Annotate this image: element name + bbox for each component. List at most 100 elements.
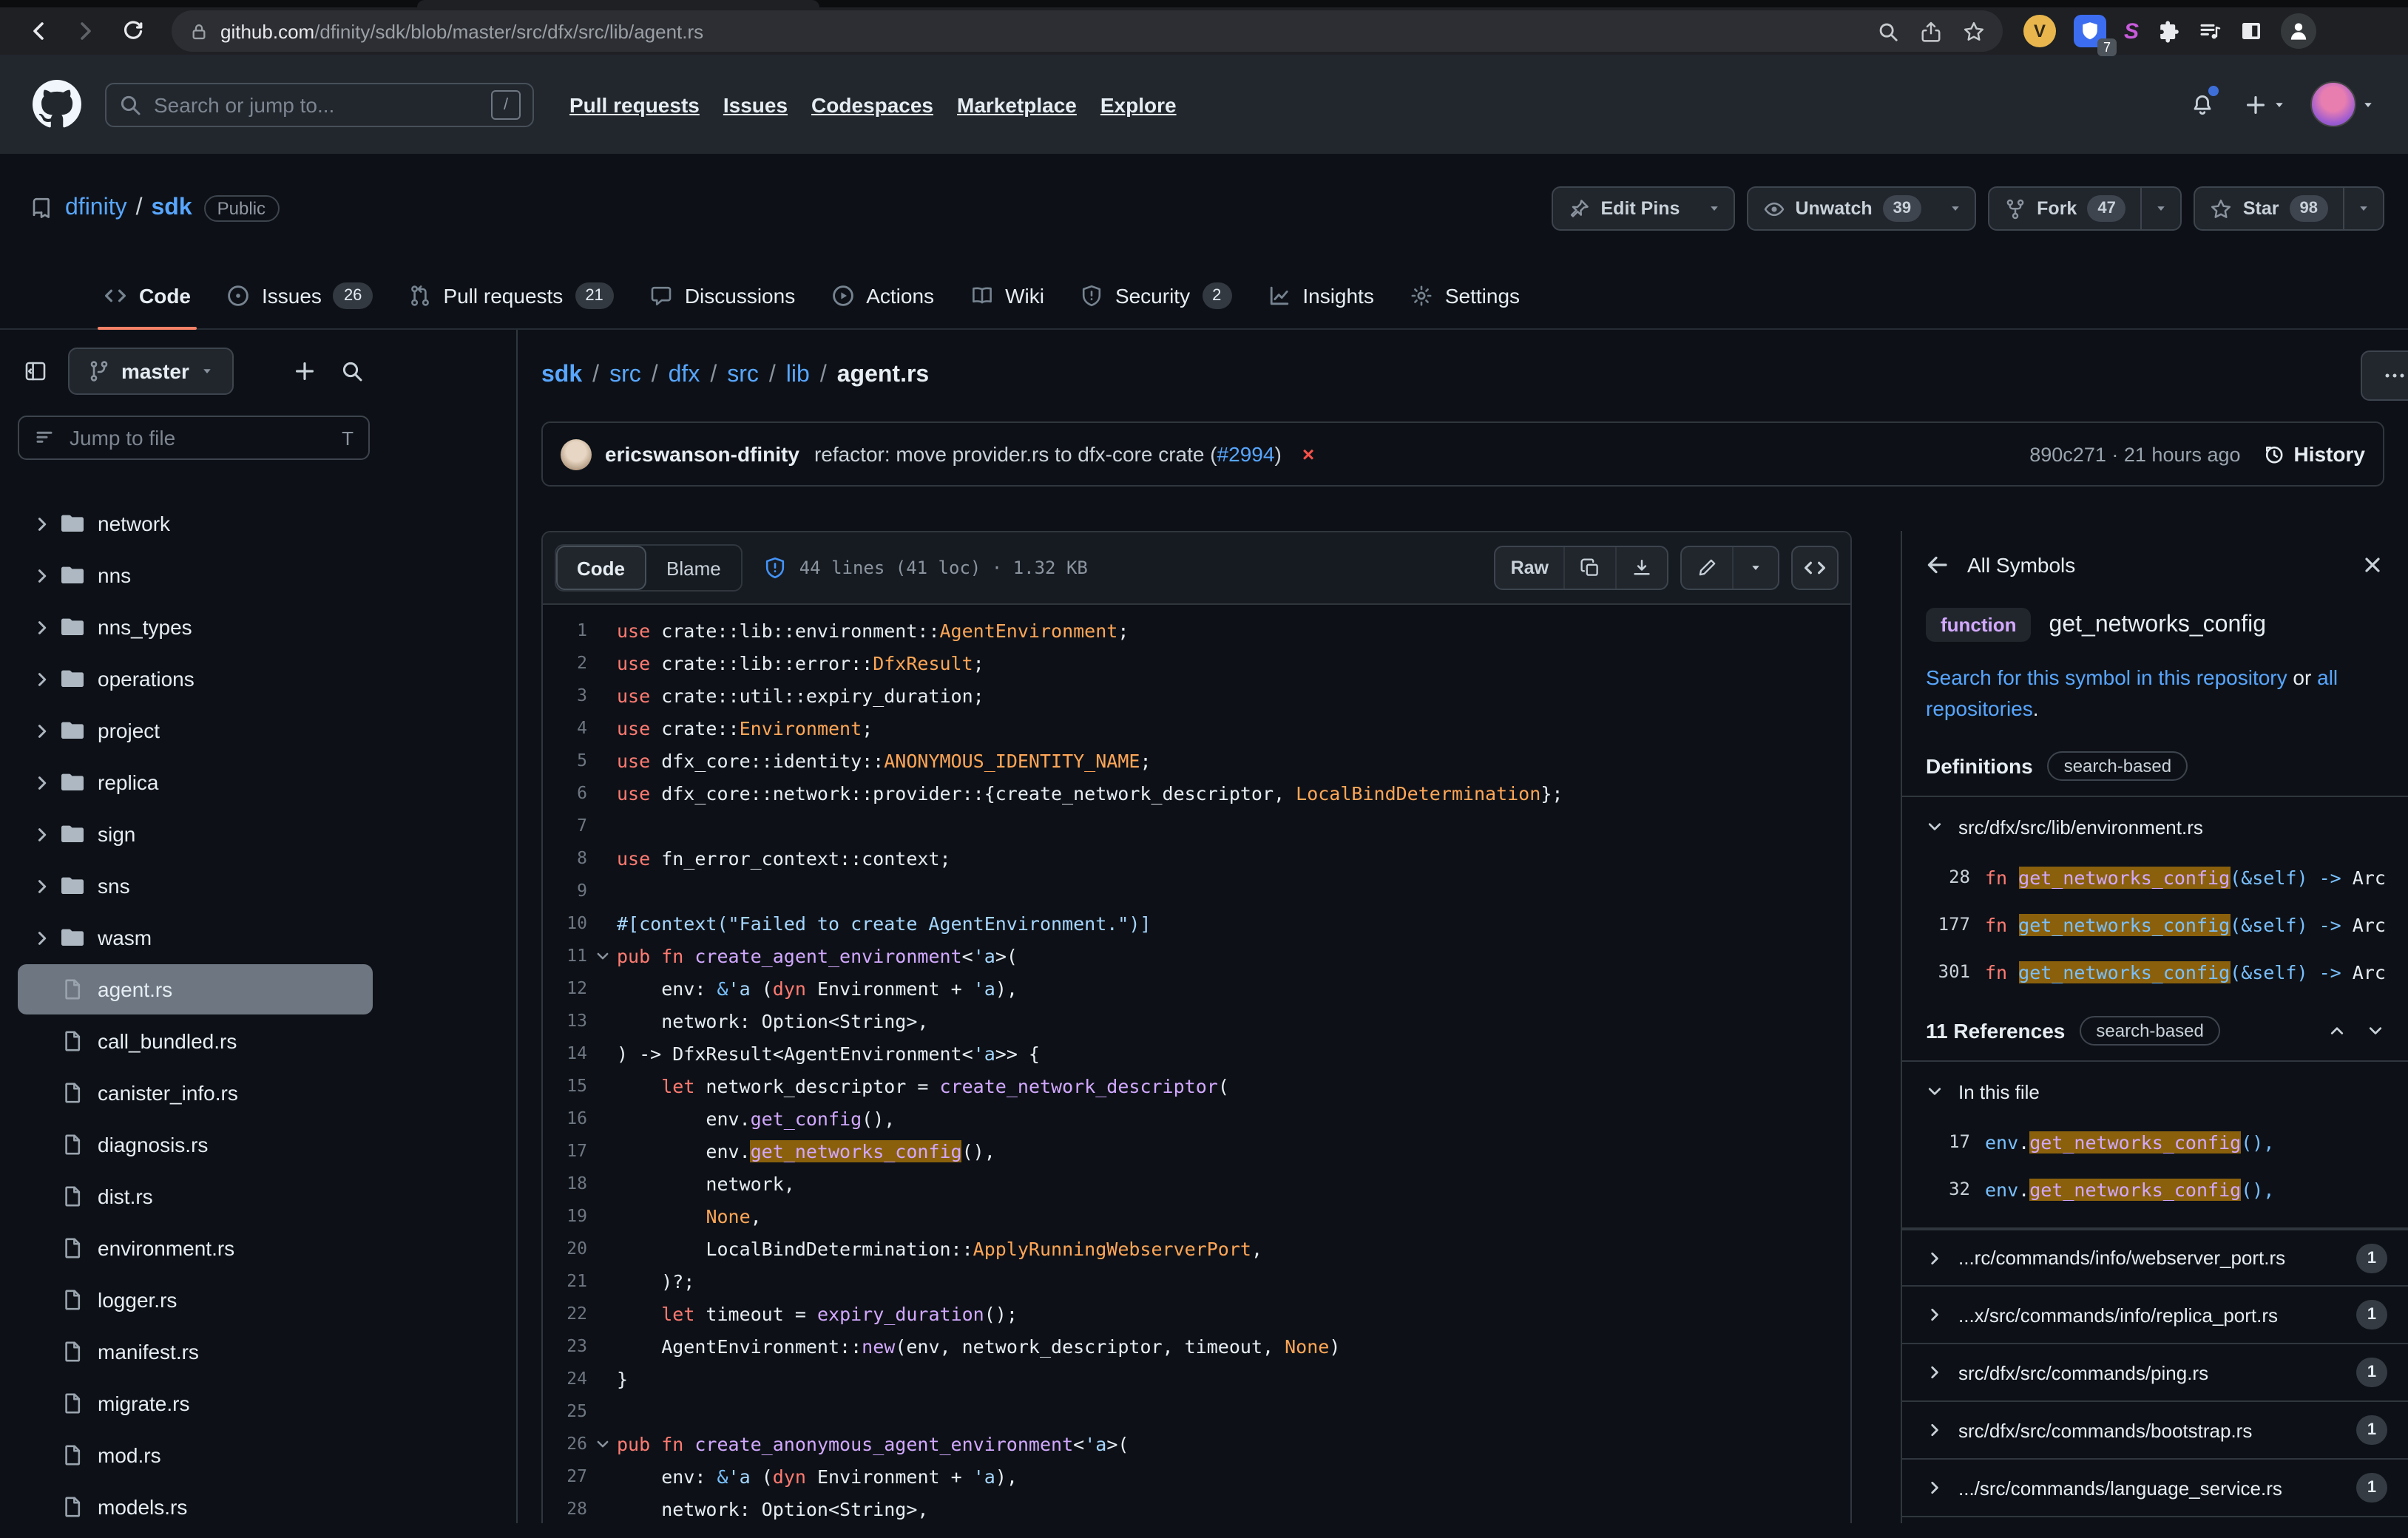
code-line-14[interactable]: 14) -> DfxResult<AgentEnvironment<'a>> { [543, 1037, 1850, 1069]
tree-file-mod.rs[interactable]: mod.rs [18, 1430, 373, 1480]
tab-discussions[interactable]: Discussions [637, 263, 807, 328]
edit-dropdown[interactable] [1732, 547, 1778, 589]
collapse-sidebar-icon[interactable] [18, 353, 53, 389]
line-number[interactable]: 13 [552, 1010, 587, 1031]
tree-folder-replica[interactable]: replica [18, 757, 373, 807]
tree-file-models.rs[interactable]: models.rs [18, 1482, 373, 1532]
code-line-18[interactable]: 18 network, [543, 1167, 1850, 1199]
code-line-12[interactable]: 12 env: &'a (dyn Environment + 'a), [543, 972, 1850, 1004]
code-line-13[interactable]: 13 network: Option<String>, [543, 1004, 1850, 1037]
prev-reference-icon[interactable] [2328, 1022, 2346, 1040]
tab-insights[interactable]: Insights [1255, 263, 1386, 328]
line-number[interactable]: 3 [552, 685, 587, 705]
commit-author-avatar[interactable] [561, 438, 592, 470]
code-line-26[interactable]: 26pub fn create_anonymous_agent_environm… [543, 1427, 1850, 1460]
collapse-icon[interactable] [587, 1435, 617, 1451]
code-line-23[interactable]: 23 AgentEnvironment::new(env, network_de… [543, 1329, 1850, 1362]
symbols-panel-title[interactable]: All Symbols [1967, 553, 2075, 577]
browser-tab[interactable] [417, 0, 819, 7]
collapse-icon[interactable] [587, 947, 617, 963]
extension-v-icon[interactable]: V [2023, 15, 2056, 47]
code-line-5[interactable]: 5use dfx_core::identity::ANONYMOUS_IDENT… [543, 744, 1850, 776]
reference-file-row[interactable]: ...rc/commands/info/webserver_port.rs1 [1902, 1229, 2408, 1287]
edit-button[interactable] [1682, 547, 1732, 589]
tab-pull-requests[interactable]: Pull requests21 [396, 263, 625, 328]
tree-folder-project[interactable]: project [18, 705, 373, 756]
tree-search-icon[interactable] [334, 353, 370, 389]
line-number[interactable]: 18 [552, 1173, 587, 1193]
playlist-icon[interactable] [2198, 19, 2222, 43]
line-number[interactable]: 11 [552, 945, 587, 966]
fork-button[interactable]: Fork47 [1988, 186, 2182, 231]
tree-file-dist.rs[interactable]: dist.rs [18, 1171, 373, 1222]
tree-file-environment.rs[interactable]: environment.rs [18, 1223, 373, 1273]
line-number[interactable]: 16 [552, 1108, 587, 1128]
reference-row-line-32[interactable]: 32env.get_networks_config(), [1926, 1165, 2384, 1213]
next-reference-icon[interactable] [2367, 1022, 2384, 1040]
tab-security[interactable]: Security2 [1068, 263, 1243, 328]
chevron-down-icon[interactable] [1936, 188, 1975, 229]
unwatch-button[interactable]: Unwatch39 [1746, 186, 1976, 231]
line-number[interactable]: 24 [552, 1368, 587, 1389]
code-line-11[interactable]: 11pub fn create_agent_environment<'a>( [543, 939, 1850, 972]
tree-file-manifest.rs[interactable]: manifest.rs [18, 1327, 373, 1377]
line-number[interactable]: 7 [552, 815, 587, 836]
line-number[interactable]: 1 [552, 620, 587, 640]
tab-code-view[interactable]: Code [556, 546, 646, 590]
download-button[interactable] [1615, 547, 1667, 589]
code-line-20[interactable]: 20 LocalBindDetermination::ApplyRunningW… [543, 1232, 1850, 1264]
browser-back-icon[interactable] [18, 10, 59, 52]
tree-folder-sign[interactable]: sign [18, 809, 373, 859]
line-number[interactable]: 6 [552, 782, 587, 803]
add-file-icon[interactable] [287, 353, 322, 389]
line-number[interactable]: 9 [552, 880, 587, 901]
line-number[interactable]: 4 [552, 717, 587, 738]
nav-issues[interactable]: Issues [723, 92, 788, 116]
nav-explore[interactable]: Explore [1100, 92, 1177, 116]
line-number[interactable]: 21 [552, 1270, 587, 1291]
tree-folder-nns[interactable]: nns [18, 550, 373, 600]
line-number[interactable]: 5 [552, 750, 587, 770]
chevron-down-icon[interactable] [1694, 188, 1733, 229]
definition-row-line-301[interactable]: 301fn get_networks_config(&self) -> Arc [1926, 948, 2384, 995]
back-arrow-icon[interactable] [1926, 553, 1949, 577]
raw-button[interactable]: Raw [1496, 547, 1563, 589]
notifications-button[interactable] [2185, 87, 2220, 122]
zoom-icon[interactable] [1877, 20, 1899, 42]
browser-forward-icon[interactable] [65, 10, 106, 52]
tab-settings[interactable]: Settings [1398, 263, 1532, 328]
breadcrumb-sdk-0[interactable]: sdk [541, 362, 582, 387]
line-number[interactable]: 15 [552, 1075, 587, 1096]
definition-file-row[interactable]: src/dfx/src/lib/environment.rs [1926, 800, 2384, 853]
breadcrumb-dfx-2[interactable]: dfx [669, 362, 700, 387]
share-icon[interactable] [1920, 20, 1942, 42]
tree-folder-sns[interactable]: sns [18, 861, 373, 911]
reference-file-row[interactable]: ...x/src/commands/info/replica_port.rs1 [1902, 1287, 2408, 1344]
pr-link[interactable]: #2994 [1217, 442, 1275, 466]
code-line-6[interactable]: 6use dfx_core::network::provider::{creat… [543, 776, 1850, 809]
code-scanning-shield-icon[interactable] [764, 556, 788, 580]
tree-file-diagnosis.rs[interactable]: diagnosis.rs [18, 1119, 373, 1170]
code-line-28[interactable]: 28 network: Option<String>, [543, 1492, 1850, 1523]
code-line-9[interactable]: 9 [543, 874, 1850, 907]
symbol-search-link[interactable]: Search for this symbol in this repositor… [1926, 665, 2287, 689]
code-line-10[interactable]: 10#[context("Failed to create AgentEnvir… [543, 907, 1850, 939]
symbols-toggle-button[interactable] [1791, 546, 1839, 590]
bookmark-star-icon[interactable] [1963, 20, 1985, 42]
line-number[interactable]: 20 [552, 1238, 587, 1258]
create-new-button[interactable] [2244, 92, 2287, 116]
star-button[interactable]: Star98 [2194, 186, 2384, 231]
code-line-7[interactable]: 7 [543, 809, 1850, 841]
code-line-25[interactable]: 25 [543, 1395, 1850, 1427]
tab-issues[interactable]: Issues26 [214, 263, 384, 328]
code-line-1[interactable]: 1use crate::lib::environment::AgentEnvir… [543, 614, 1850, 646]
line-number[interactable]: 19 [552, 1205, 587, 1226]
reference-file-row[interactable]: src/dfx/src/commands/bootstrap.rs1 [1902, 1402, 2408, 1460]
tab-code[interactable]: Code [92, 263, 203, 328]
code-line-8[interactable]: 8use fn_error_context::context; [543, 841, 1850, 874]
nav-pull-requests[interactable]: Pull requests [569, 92, 700, 116]
line-number[interactable]: 22 [552, 1303, 587, 1324]
chevron-down-icon[interactable] [2344, 188, 2383, 229]
symbol-search-links[interactable]: Search for this symbol in this repositor… [1926, 663, 2373, 725]
tree-file-call_bundled.rs[interactable]: call_bundled.rs [18, 1016, 373, 1066]
